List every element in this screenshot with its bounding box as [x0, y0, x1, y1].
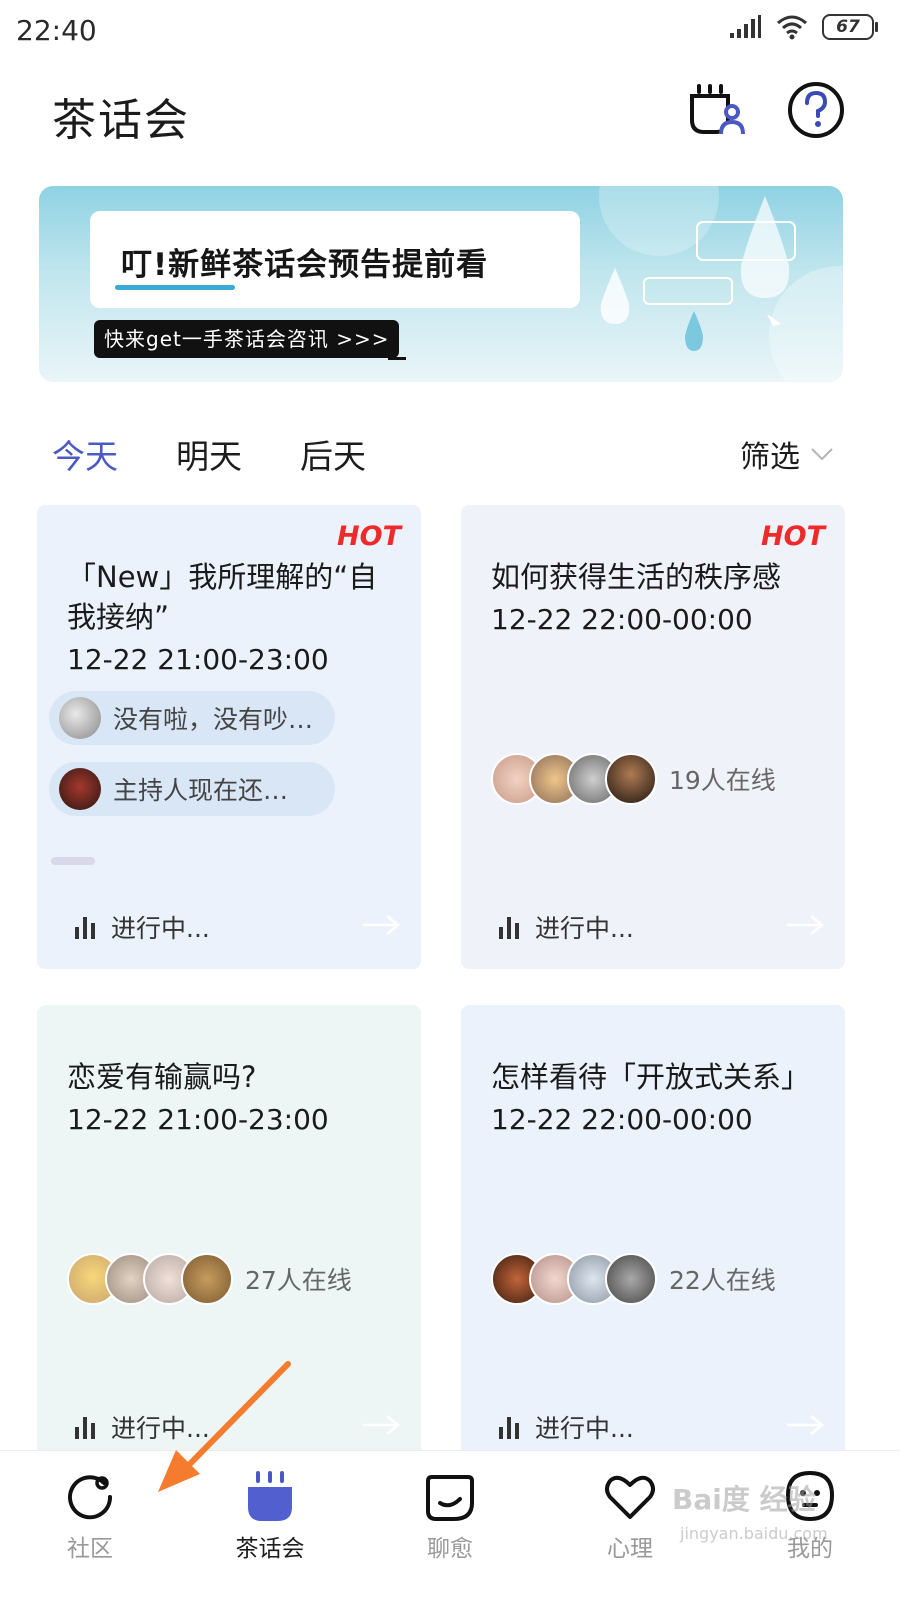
filter-button[interactable]: 筛选	[740, 432, 834, 476]
status-text: 进行中...	[111, 914, 210, 943]
participant-avatars: 22人在线	[491, 1253, 776, 1305]
community-icon	[68, 1475, 113, 1520]
card-status: 进行中...	[497, 909, 634, 945]
online-count: 27人在线	[245, 1266, 352, 1295]
tab-tomorrow[interactable]: 明天	[176, 430, 242, 478]
card-status: 进行中...	[73, 909, 210, 945]
card-status: 进行中...	[497, 1409, 634, 1445]
message-text: 主持人现在还…	[113, 776, 289, 805]
arrow-right-icon	[787, 1415, 824, 1435]
hot-badge: HOT	[761, 521, 825, 552]
help-icon[interactable]	[786, 80, 846, 140]
banner-title-card: 叮!新鲜茶话会预告提前看	[90, 211, 580, 308]
nav-label: 茶话会	[235, 1536, 305, 1562]
card-title: 如何获得生活的秩序感	[491, 560, 782, 594]
tea-party-card[interactable]: HOT 如何获得生活的秩序感 12-22 22:00-00:00 19人在线 进…	[461, 505, 845, 969]
avatar	[181, 1253, 233, 1305]
message-bubble: 主持人现在还…	[49, 762, 335, 816]
nav-item-community[interactable]: 社区	[0, 1451, 180, 1601]
status-text: 进行中...	[111, 1414, 210, 1443]
arrow-right-icon	[363, 915, 400, 935]
arrow-right-icon	[787, 915, 824, 935]
card-time: 12-22 22:00-00:00	[491, 1103, 753, 1136]
card-status: 进行中...	[73, 1409, 210, 1445]
online-count: 22人在线	[669, 1266, 776, 1295]
hot-badge: HOT	[337, 521, 401, 552]
card-time: 12-22 21:00-23:00	[67, 1103, 329, 1136]
card-time: 12-22 21:00-23:00	[67, 643, 329, 676]
banner-title: 叮!新鲜茶话会预告提前看	[121, 247, 489, 283]
nav-label: 聊愈	[427, 1536, 473, 1562]
promo-banner[interactable]: 叮!新鲜茶话会预告提前看 快来get一手茶话会咨讯 >>>	[39, 186, 843, 382]
chat-heal-icon	[426, 1475, 474, 1521]
page-title: 茶话会	[52, 95, 190, 146]
status-text: 进行中...	[535, 1414, 634, 1443]
watermark-url: jingyan.baidu.com	[680, 1524, 828, 1543]
tab-day-after[interactable]: 后天	[300, 430, 366, 478]
live-bars-icon	[499, 917, 519, 939]
banner-subtitle: 快来get一手茶话会咨讯 >>>	[94, 320, 400, 358]
card-title: 怎样看待「开放式关系」	[491, 1060, 811, 1094]
nav-label: 社区	[67, 1536, 113, 1562]
watermark: Bai度 经验	[672, 1483, 816, 1516]
mini-indicator	[51, 857, 95, 865]
heart-icon	[605, 1475, 655, 1519]
live-bars-icon	[499, 1417, 519, 1439]
message-text: 没有啦，没有吵…	[113, 705, 314, 734]
chevron-down-icon	[811, 448, 833, 461]
day-tabs: 今天 明天 后天	[52, 430, 366, 478]
tea-host-icon[interactable]	[686, 80, 746, 140]
nav-item-tea-party[interactable]: 茶话会	[180, 1451, 360, 1601]
status-bar: 22:40 67	[0, 0, 900, 62]
wifi-icon	[777, 15, 807, 40]
participant-avatars: 19人在线	[491, 753, 776, 805]
status-icons: 67	[728, 14, 878, 40]
live-bars-icon	[75, 1417, 95, 1439]
tab-today[interactable]: 今天	[52, 430, 118, 478]
battery-icon: 67	[822, 14, 878, 40]
avatar	[59, 697, 101, 739]
avatar	[59, 768, 101, 810]
status-time: 22:40	[16, 14, 97, 47]
card-title: 「New」我所理解的“自我接纳”	[67, 560, 378, 634]
status-text: 进行中...	[535, 914, 634, 943]
arrow-right-icon	[363, 1415, 400, 1435]
avatar	[605, 1253, 657, 1305]
nav-item-chat[interactable]: 聊愈	[360, 1451, 540, 1601]
tea-party-card[interactable]: 恋爱有输赢吗? 12-22 21:00-23:00 27人在线 进行中...	[37, 1005, 421, 1469]
filter-label: 筛选	[740, 440, 800, 475]
card-time: 12-22 22:00-00:00	[491, 603, 753, 636]
avatar	[605, 753, 657, 805]
participant-avatars: 27人在线	[67, 1253, 352, 1305]
online-count: 19人在线	[669, 766, 776, 795]
tea-party-icon	[248, 1471, 292, 1521]
live-bars-icon	[75, 917, 95, 939]
tea-party-card[interactable]: 怎样看待「开放式关系」 12-22 22:00-00:00 22人在线 进行中.…	[461, 1005, 845, 1469]
signal-icon	[730, 15, 761, 38]
tea-party-card[interactable]: HOT 「New」我所理解的“自我接纳” 12-22 21:00-23:00 没…	[37, 505, 421, 969]
card-title: 恋爱有输赢吗?	[67, 1060, 257, 1094]
banner-underline	[115, 285, 235, 290]
message-bubble: 没有啦，没有吵…	[49, 691, 335, 745]
banner-cursor	[388, 357, 406, 360]
